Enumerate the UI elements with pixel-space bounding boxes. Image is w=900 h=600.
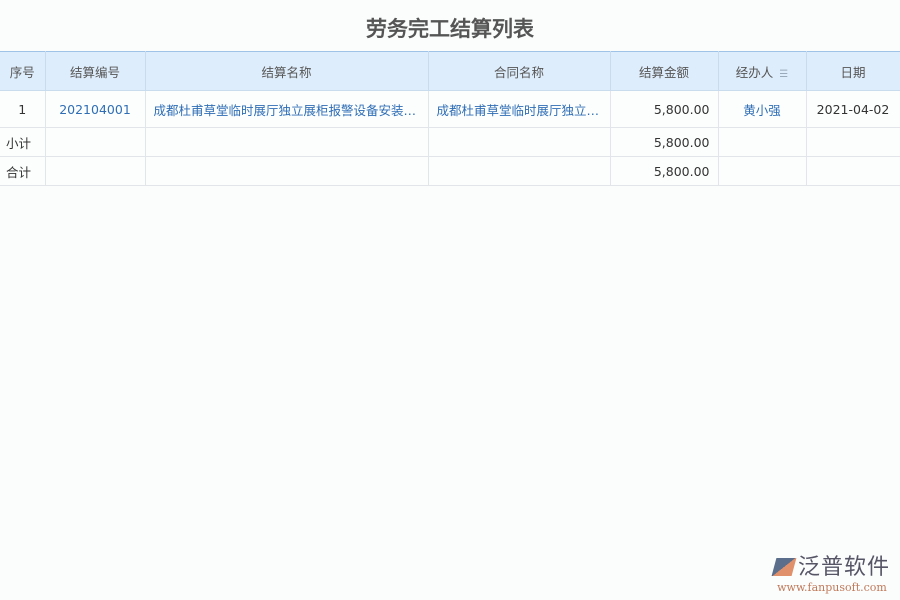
empty-cell — [806, 157, 900, 186]
total-row: 合计 5,800.00 — [0, 157, 900, 186]
empty-cell — [806, 128, 900, 157]
cell-contract-link[interactable]: 成都杜甫草堂临时展厅独立展柜报警设备安装工程 — [428, 91, 610, 128]
empty-cell — [45, 157, 145, 186]
empty-cell — [428, 128, 610, 157]
col-index[interactable]: 序号 — [0, 52, 45, 91]
subtotal-label: 小计 — [0, 128, 45, 157]
cell-date: 2021-04-02 — [806, 91, 900, 128]
logo-name: 泛普软件 — [798, 555, 890, 580]
empty-cell — [718, 128, 806, 157]
subtotal-amount: 5,800.00 — [610, 128, 718, 157]
cell-handler[interactable]: 黄小强 — [718, 91, 806, 128]
table-header: 序号 结算编号 结算名称 合同名称 结算金额 经办人 ☰ 日期 — [0, 52, 900, 91]
cell-code-link[interactable]: 202104001 — [45, 91, 145, 128]
col-handler[interactable]: 经办人 ☰ — [718, 52, 806, 91]
fanpu-logo: 泛普软件 www.fanpusoft.com — [774, 549, 890, 594]
settlement-table: 序号 结算编号 结算名称 合同名称 结算金额 经办人 ☰ 日期 1 2021040… — [0, 51, 900, 186]
col-contract[interactable]: 合同名称 — [428, 52, 610, 91]
empty-cell — [145, 128, 428, 157]
empty-cell — [718, 157, 806, 186]
col-handler-label: 经办人 — [736, 65, 774, 80]
cell-amount: 5,800.00 — [610, 91, 718, 128]
logo-mark-icon — [772, 558, 797, 576]
cell-index: 1 — [0, 91, 45, 128]
table-row[interactable]: 1 202104001 成都杜甫草堂临时展厅独立展柜报警设备安装工程 成都杜甫草… — [0, 91, 900, 128]
empty-cell — [45, 128, 145, 157]
total-label: 合计 — [0, 157, 45, 186]
empty-cell — [428, 157, 610, 186]
logo-url: www.fanpusoft.com — [774, 581, 890, 594]
empty-cell — [145, 157, 428, 186]
col-amount[interactable]: 结算金额 — [610, 52, 718, 91]
total-amount: 5,800.00 — [610, 157, 718, 186]
page-title: 劳务完工结算列表 — [0, 13, 900, 43]
col-code[interactable]: 结算编号 — [45, 52, 145, 91]
col-name[interactable]: 结算名称 — [145, 52, 428, 91]
cell-name-link[interactable]: 成都杜甫草堂临时展厅独立展柜报警设备安装工程 — [145, 91, 428, 128]
sort-icon[interactable]: ☰ — [779, 69, 788, 80]
subtotal-row: 小计 5,800.00 — [0, 128, 900, 157]
col-date[interactable]: 日期 — [806, 52, 900, 91]
